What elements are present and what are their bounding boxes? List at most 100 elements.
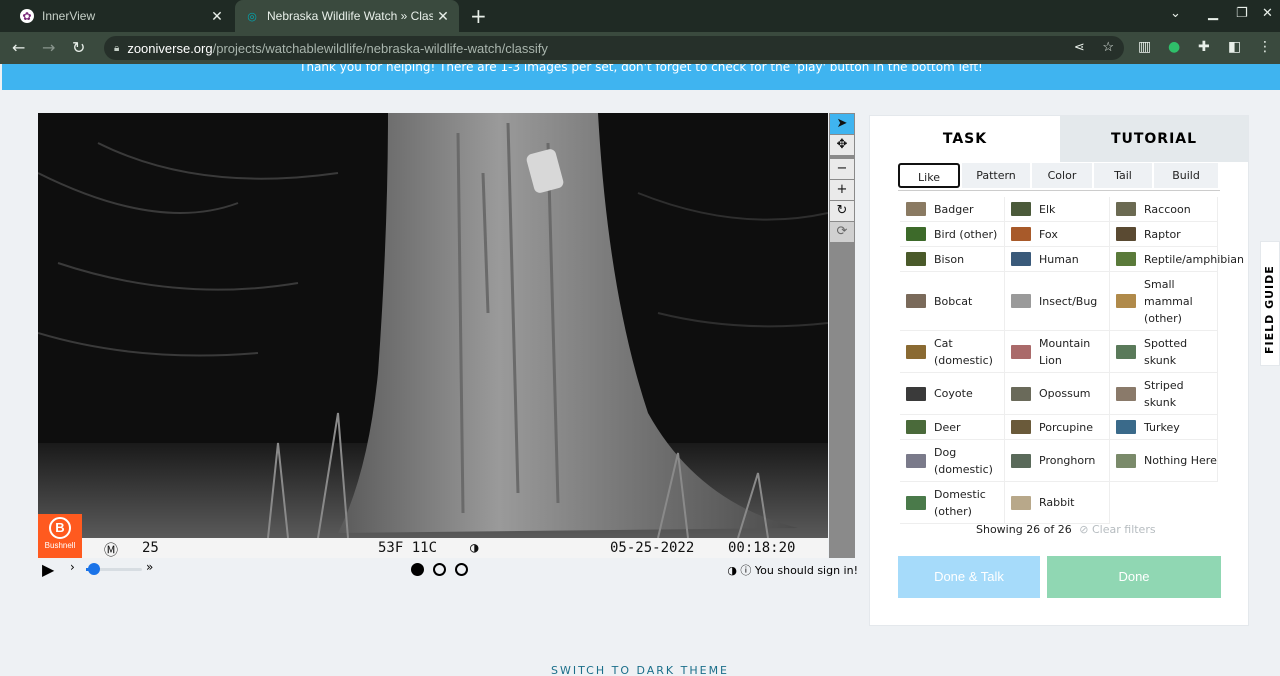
species-raptor[interactable]: Raptor [1110,222,1218,247]
filter-tab-like[interactable]: Like [898,163,960,188]
species-rabbit[interactable]: Rabbit [1005,482,1110,524]
bookmark-star-icon[interactable]: ☆ [1102,39,1114,54]
species-thumbnail [1011,344,1031,359]
filter-tab-tail[interactable]: Tail [1094,163,1152,188]
species-fox[interactable]: Fox [1005,222,1110,247]
move-icon[interactable]: ✥ [830,135,854,155]
step-back-chevron-icon[interactable]: › [70,560,75,574]
species-label: Turkey [1144,420,1180,434]
species-bobcat[interactable]: Bobcat [900,272,1005,331]
filter-tab-color[interactable]: Color [1032,163,1092,188]
species-turkey[interactable]: Turkey [1110,415,1218,440]
species-thumbnail [1116,420,1136,434]
species-thumbnail [1011,420,1031,434]
side-panel-icon[interactable]: ◧ [1228,39,1241,55]
frame-dot-2[interactable] [433,563,446,576]
species-label: Elk [1039,202,1056,216]
species-spotted-skunk[interactable]: Spotted skunk [1110,331,1218,373]
info-icon[interactable]: ⓘ [740,564,751,577]
species-porcupine[interactable]: Porcupine [1005,415,1110,440]
species-thumbnail [906,344,926,359]
done-button[interactable]: Done [1047,556,1221,598]
frame-dot-3[interactable] [455,563,468,576]
browser-toolbar: ← → ↻ 🔒︎ zooniverse.org/projects/watchab… [0,32,1280,64]
species-raccoon[interactable]: Raccoon [1110,197,1218,222]
species-small-mammal-other[interactable]: Small mammal (other) [1110,272,1218,331]
species-mountain-lion[interactable]: Mountain Lion [1005,331,1110,373]
zoom-out-icon[interactable]: − [830,159,854,179]
species-cat-domestic[interactable]: Cat (domestic) [900,331,1005,373]
filter-tab-pattern[interactable]: Pattern [962,163,1030,188]
step-forward-chevron-icon[interactable]: » [146,560,153,574]
species-label: Striped skunk [1144,378,1184,409]
innerview-favicon-icon: ✿ [20,9,34,23]
forward-arrow-icon[interactable]: → [42,38,55,57]
close-tab-icon[interactable]: ✕ [433,8,453,25]
species-coyote[interactable]: Coyote [900,373,1005,415]
species-opossum[interactable]: Opossum [1005,373,1110,415]
capture-time: 00:18:20 [728,540,796,556]
grammarly-extension-icon[interactable]: ● [1168,39,1180,55]
species-thumbnail [906,453,926,468]
species-thumbnail [1116,294,1136,308]
pointer-icon[interactable]: ➤ [830,114,854,134]
species-label: Mountain Lion [1039,336,1091,367]
browser-tab-zooniverse[interactable]: ◎ Nebraska Wildlife Watch » Classify ✕ [235,0,459,32]
extensions-puzzle-icon[interactable]: ✚ [1198,39,1210,55]
address-bar[interactable]: 🔒︎ zooniverse.org/projects/watchablewild… [104,36,1124,60]
restore-icon[interactable]: ❐ [1236,6,1248,21]
reset-icon[interactable]: ⟳ [830,222,854,242]
species-dog-domestic[interactable]: Dog (domestic) [900,440,1005,482]
tab-search-chevron-down-icon[interactable]: ⌄ [1170,6,1181,21]
species-reptile-amphibian[interactable]: Reptile/amphibian [1110,247,1244,272]
species-deer[interactable]: Deer [900,415,1005,440]
switch-dark-theme-link[interactable]: SWITCH TO DARK THEME [0,664,1280,676]
play-icon[interactable]: ▶ [42,560,54,579]
species-label: Cat (domestic) [934,336,993,367]
species-bison[interactable]: Bison [900,247,1005,272]
rotate-icon[interactable]: ↻ [830,201,854,221]
field-guide-tab[interactable]: FIELD GUIDE [1260,241,1280,366]
species-nothing-here[interactable]: Nothing Here [1110,440,1218,482]
species-domestic-other[interactable]: Domestic (other) [900,482,1005,524]
theme-toggle-icon[interactable]: ◑ [727,564,737,577]
species-label: Human [1039,252,1079,266]
close-tab-icon[interactable]: ✕ [207,8,227,25]
new-tab-icon[interactable]: + [470,4,487,28]
reading-list-icon[interactable]: ▥ [1138,39,1151,55]
species-human[interactable]: Human [1005,247,1110,272]
filter-tabs: Like Pattern Color Tail Build [898,163,1220,191]
viewer-toolbar: ➤ ✥ − + ↻ ⟳ [829,113,855,558]
clear-filters-link[interactable]: ⊘ Clear filters [1079,523,1155,536]
speed-slider-knob[interactable] [88,563,100,575]
species-striped-skunk[interactable]: Striped skunk [1110,373,1218,415]
tab-title: Nebraska Wildlife Watch » Classify [267,9,433,23]
species-thumbnail [906,386,926,401]
filter-tab-build[interactable]: Build [1154,163,1218,188]
species-label: Raccoon [1144,202,1191,216]
species-pronghorn[interactable]: Pronghorn [1005,440,1110,482]
browser-tab-innerview[interactable]: ✿ InnerView ✕ [8,0,233,32]
species-badger[interactable]: Badger [900,197,1005,222]
species-label: Fox [1039,227,1058,241]
signin-notice[interactable]: ◑ ⓘ You should sign in! [727,562,858,578]
reload-icon[interactable]: ↻ [72,38,85,57]
menu-kebab-icon[interactable]: ⋮ [1258,39,1272,55]
zoom-in-icon[interactable]: + [830,180,854,200]
done-and-talk-button[interactable]: Done & Talk [898,556,1040,598]
species-insect-bug[interactable]: Insect/Bug [1005,272,1110,331]
tab-tutorial[interactable]: TUTORIAL [1060,116,1248,162]
bushnell-logo: B Bushnell [38,514,82,558]
species-label: Spotted skunk [1144,336,1188,367]
species-elk[interactable]: Elk [1005,197,1110,222]
species-thumbnail [906,202,926,216]
frame-dot-1[interactable] [411,563,424,576]
share-icon[interactable]: ⋖ [1074,39,1085,54]
tab-task[interactable]: TASK [870,116,1060,162]
back-arrow-icon[interactable]: ← [12,38,25,57]
lock-icon: 🔒︎ [114,42,120,54]
window-close-icon[interactable]: ✕ [1262,6,1273,21]
camera-trap-image[interactable]: Ⓜ 25 53F 11C ◑ 05-25-2022 00:18:20 B Bus… [38,113,828,558]
species-bird-other[interactable]: Bird (other) [900,222,1005,247]
minimize-icon[interactable]: ▁ [1208,6,1218,21]
